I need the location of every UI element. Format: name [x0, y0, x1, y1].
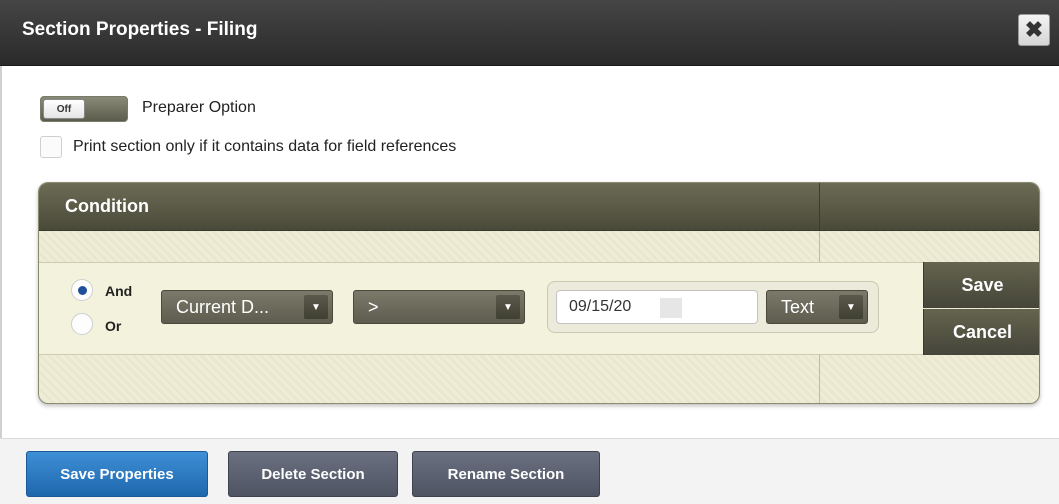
condition-row: And Or Current D... ▼ > ▼ 09/15/20 Text … — [39, 262, 923, 355]
value-group: 09/15/20 Text ▼ — [547, 281, 879, 333]
value-input[interactable]: 09/15/20 — [556, 290, 758, 324]
condition-panel: Condition And Or Current D... ▼ > ▼ 09/1… — [38, 182, 1040, 404]
type-select[interactable]: Text ▼ — [766, 290, 868, 324]
operator-select-value: > — [368, 297, 379, 317]
chevron-down-icon: ▼ — [496, 295, 520, 319]
rename-section-button[interactable]: Rename Section — [412, 451, 600, 497]
preparer-option-label: Preparer Option — [142, 99, 256, 116]
redacted-region — [660, 298, 682, 318]
operator-select[interactable]: > ▼ — [353, 290, 525, 324]
and-label: And — [105, 283, 133, 299]
save-properties-button[interactable]: Save Properties — [26, 451, 208, 497]
close-icon[interactable]: ✖ — [1018, 14, 1050, 46]
header-divider — [819, 183, 820, 231]
condition-save-button[interactable]: Save — [923, 262, 1039, 308]
chevron-down-icon: ▼ — [304, 295, 328, 319]
condition-header: Condition — [39, 183, 1039, 231]
delete-section-button[interactable]: Delete Section — [228, 451, 398, 497]
field-select-value: Current D... — [176, 297, 270, 317]
field-select[interactable]: Current D... ▼ — [161, 290, 333, 324]
print-only-checkbox[interactable] — [40, 136, 62, 158]
dialog-footer: Save Properties Delete Section Rename Se… — [0, 438, 1059, 504]
condition-cancel-button[interactable]: Cancel — [923, 309, 1039, 355]
or-label: Or — [105, 318, 122, 334]
preparer-option-toggle[interactable]: Off — [40, 96, 128, 122]
dialog-title: Section Properties - Filing — [22, 19, 258, 40]
condition-title: Condition — [65, 196, 149, 216]
and-radio[interactable] — [71, 279, 93, 301]
dialog-titlebar: Section Properties - Filing ✖ — [0, 0, 1059, 66]
print-only-label: Print section only if it contains data f… — [73, 138, 457, 155]
or-radio[interactable] — [71, 313, 93, 335]
type-select-value: Text — [781, 297, 815, 317]
toggle-state-label: Off — [43, 99, 85, 119]
chevron-down-icon: ▼ — [839, 295, 863, 319]
